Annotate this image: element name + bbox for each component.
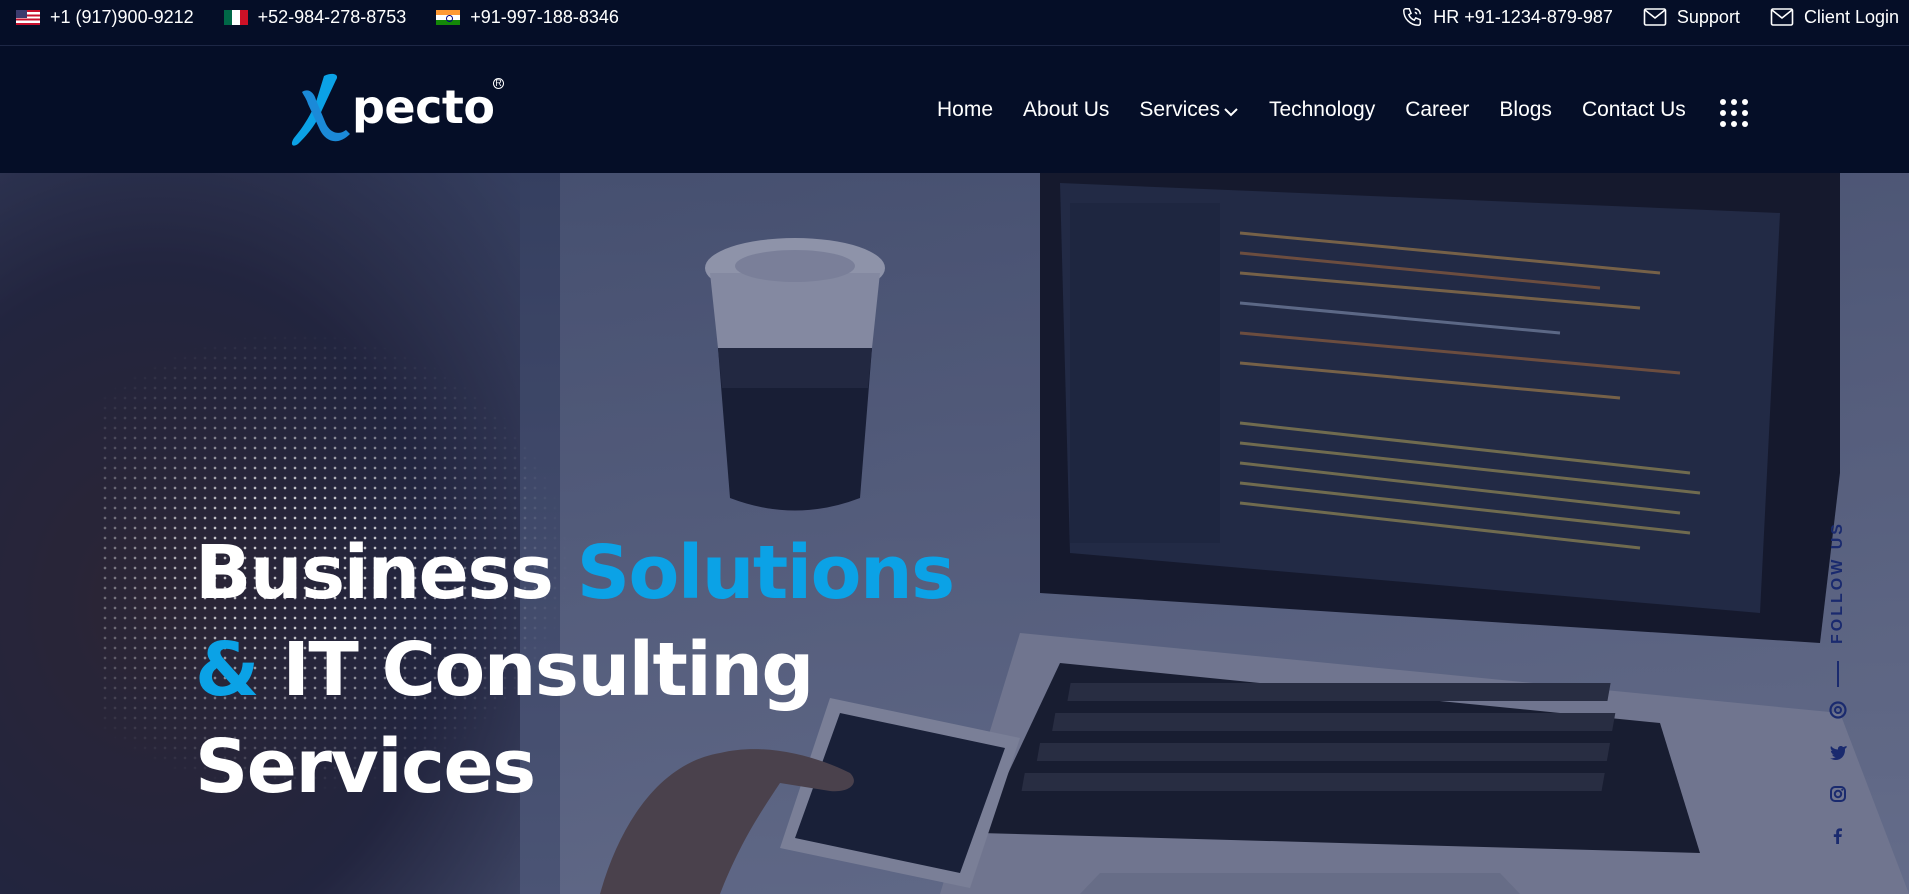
us-flag-icon xyxy=(16,9,40,25)
phone-list: +1 (917)900-9212 +52-984-278-8753 +91-99… xyxy=(16,0,649,34)
phone-number: +52-984-278-8753 xyxy=(257,6,407,27)
headline-line-2: & IT Consulting xyxy=(195,622,954,719)
primary-nav: Home About Us Services Technology Career… xyxy=(937,46,1716,173)
nav-label: Career xyxy=(1405,97,1470,121)
nav-services[interactable]: Services xyxy=(1139,98,1239,122)
mail-icon xyxy=(1770,8,1794,26)
headline-highlight: & xyxy=(195,627,260,713)
top-bar: +1 (917)900-9212 +52-984-278-8753 +91-99… xyxy=(0,0,1909,46)
instagram-icon[interactable] xyxy=(1829,785,1847,803)
hr-phone-text: HR +91-1234-879-987 xyxy=(1433,6,1613,27)
nav-home[interactable]: Home xyxy=(937,98,993,122)
headline-text: Services xyxy=(195,724,536,810)
mail-icon xyxy=(1643,8,1667,26)
nav-technology[interactable]: Technology xyxy=(1269,98,1375,122)
follow-us-bar: FOLLOW US xyxy=(1826,513,1850,894)
facebook-icon[interactable] xyxy=(1829,827,1847,845)
phone-number: +1 (917)900-9212 xyxy=(50,6,194,27)
nav-label: Home xyxy=(937,97,994,121)
phone-us[interactable]: +1 (917)900-9212 xyxy=(16,7,194,28)
headline-line-1: Business Solutions xyxy=(195,525,956,622)
client-login-text: Client Login xyxy=(1803,6,1899,27)
logo-text: pecto xyxy=(352,80,495,134)
follow-us-label: FOLLOW US xyxy=(1829,521,1846,644)
nav-label: Blogs xyxy=(1499,97,1552,121)
headline-line-3: Services xyxy=(195,719,954,816)
chevron-down-icon xyxy=(1224,107,1238,116)
registered-icon: R xyxy=(493,78,504,89)
phone-icon xyxy=(1403,8,1422,26)
nav-about-us[interactable]: About Us xyxy=(1023,98,1109,122)
phone-mexico[interactable]: +52-984-278-8753 xyxy=(223,6,407,28)
support-link[interactable]: Support xyxy=(1643,7,1740,28)
headline-highlight: Solutions xyxy=(576,530,956,616)
nav-label: Technology xyxy=(1268,97,1376,121)
india-flag-icon xyxy=(436,9,461,25)
nav-contact-us[interactable]: Contact Us xyxy=(1582,98,1686,122)
nav-blogs[interactable]: Blogs xyxy=(1499,98,1552,122)
client-login-link[interactable]: Client Login xyxy=(1770,7,1899,28)
top-links: HR +91-1234-879-987 Support Client Login xyxy=(1371,0,1899,34)
support-text: Support xyxy=(1676,6,1740,27)
nav-label: Contact Us xyxy=(1581,97,1686,121)
hr-phone-link[interactable]: HR +91-1234-879-987 xyxy=(1401,6,1613,28)
follow-divider xyxy=(1837,661,1839,687)
mexico-flag-icon xyxy=(223,9,248,25)
grid-menu-icon[interactable] xyxy=(1720,99,1748,127)
hero-banner: Business Solutions & IT Consulting Servi… xyxy=(0,173,1909,894)
xpecto-logo[interactable]: pecto R xyxy=(288,70,508,150)
phone-india[interactable]: +91-997-188-8346 xyxy=(436,7,619,28)
hero-headline: Business Solutions & IT Consulting Servi… xyxy=(195,525,956,816)
headline-text: Business xyxy=(195,530,554,616)
nav-label: Services xyxy=(1139,97,1220,121)
phone-number: +91-997-188-8346 xyxy=(470,6,619,27)
email-icon[interactable] xyxy=(1829,701,1847,719)
headline-text: IT Consulting xyxy=(282,627,814,713)
twitter-icon[interactable] xyxy=(1829,743,1847,761)
nav-career[interactable]: Career xyxy=(1405,98,1469,122)
main-navbar: pecto R Home About Us Services Technolog… xyxy=(0,46,1909,173)
nav-label: About Us xyxy=(1023,97,1110,121)
